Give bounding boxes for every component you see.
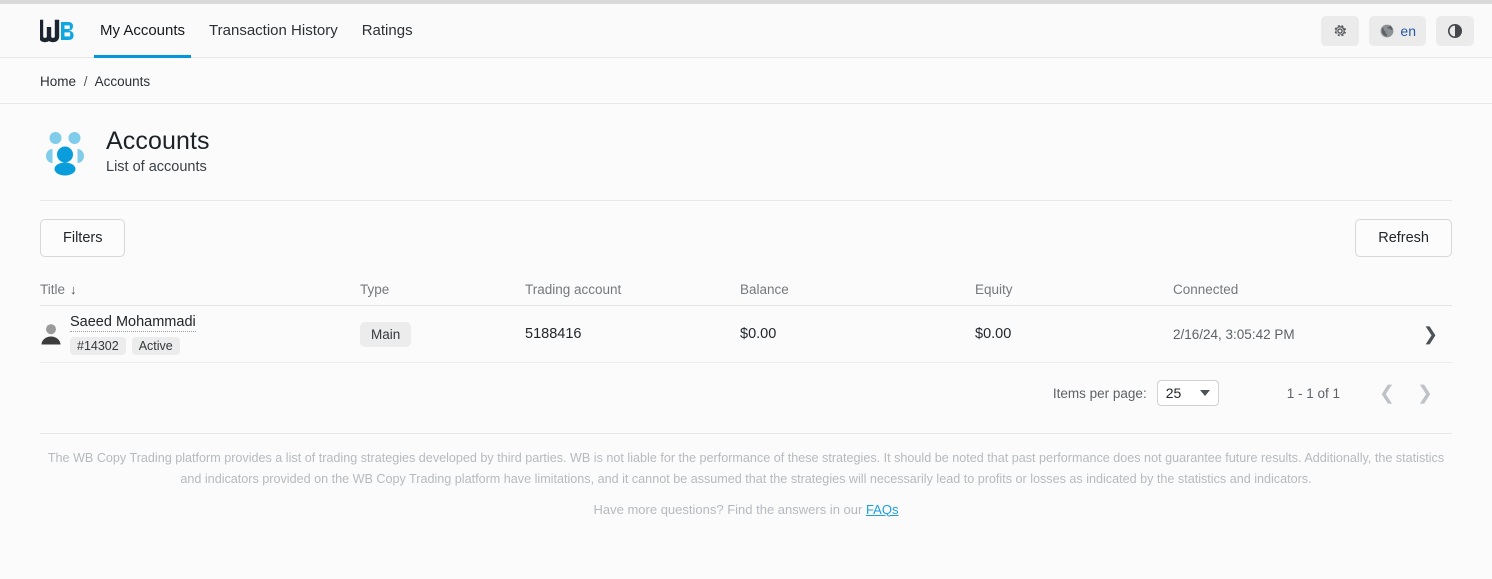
faq-question-text: Have more questions? Find the answers in… <box>593 501 863 517</box>
gear-icon <box>1335 24 1347 36</box>
faq-link[interactable]: FAQs <box>866 502 899 517</box>
nav-item-label: My Accounts <box>100 21 186 39</box>
account-name[interactable]: Saeed Mohammadi <box>70 313 196 333</box>
breadcrumb-home[interactable]: Home <box>40 74 76 89</box>
table-header-row: Title ↓ Type Trading account Balance Equi… <box>40 273 1452 306</box>
nav-item-label: Ratings <box>361 21 413 39</box>
column-header-balance[interactable]: Balance <box>740 282 975 297</box>
column-header-connected[interactable]: Connected <box>1173 282 1452 297</box>
breadcrumb-separator: / <box>83 74 88 89</box>
account-badges: #14302 Active <box>70 337 196 356</box>
paginator: Items per page: 25 1 - 1 of 1 ❮ ❯ <box>0 363 1492 423</box>
app-root: My Accounts Transaction History Ratings <box>0 0 1492 579</box>
cell-title: Saeed Mohammadi #14302 Active <box>40 313 360 356</box>
connected-timestamp: 2/16/24, 3:05:42 PM <box>1173 326 1295 342</box>
nav-item-my-accounts[interactable]: My Accounts <box>94 4 192 58</box>
column-header-title[interactable]: Title ↓ <box>40 282 360 297</box>
column-label: Connected <box>1173 281 1239 297</box>
faq-line: Have more questions? Find the answers in… <box>40 502 1452 517</box>
nav-item-transaction-history[interactable]: Transaction History <box>203 4 344 58</box>
breadcrumb: Home / Accounts <box>0 58 1492 104</box>
table-toolbar: Filters Refresh <box>0 201 1492 273</box>
cell-equity: $0.00 <box>975 326 1012 342</box>
globe-icon <box>1381 24 1394 37</box>
chevron-down-icon <box>1199 390 1210 396</box>
language-label: en <box>1400 22 1416 39</box>
account-name-cell: Saeed Mohammadi #14302 Active <box>40 313 360 356</box>
arrow-down-icon: ↓ <box>70 281 77 297</box>
cell-type: Main <box>360 321 525 347</box>
header-actions: en <box>1321 15 1474 46</box>
contrast-icon <box>1448 23 1462 38</box>
nav-item-label: Transaction History <box>209 21 338 39</box>
cell-balance: $0.00 <box>740 326 777 342</box>
cell-connected: 2/16/24, 3:05:42 PM ❯ <box>1173 325 1452 343</box>
page-title: Accounts <box>106 127 210 155</box>
items-per-page-value: 25 <box>1165 385 1182 401</box>
items-per-page-select[interactable]: 25 <box>1156 380 1219 406</box>
nav-item-ratings[interactable]: Ratings <box>356 4 419 58</box>
cell-trading-account: 5188416 <box>525 326 582 342</box>
wb-logo[interactable] <box>40 18 76 44</box>
page-footer: The WB Copy Trading platform provides a … <box>40 433 1452 517</box>
page-subtitle: List of accounts <box>106 159 207 175</box>
account-status-badge: Active <box>131 337 180 356</box>
items-per-page-label: Items per page: <box>1052 385 1147 401</box>
settings-button[interactable] <box>1321 15 1360 46</box>
previous-page-button[interactable]: ❮ <box>1368 377 1406 409</box>
page-title-group: Accounts List of accounts <box>106 127 210 175</box>
table-row[interactable]: Saeed Mohammadi #14302 Active Main 51884… <box>40 306 1452 363</box>
column-label: Title <box>40 281 66 297</box>
breadcrumb-current[interactable]: Accounts <box>95 74 151 89</box>
language-button[interactable]: en <box>1369 15 1426 46</box>
main-nav: My Accounts Transaction History Ratings <box>94 4 431 58</box>
accounts-table: Title ↓ Type Trading account Balance Equi… <box>40 273 1452 363</box>
account-name-block: Saeed Mohammadi #14302 Active <box>70 313 196 356</box>
filters-button[interactable]: Filters <box>40 219 126 257</box>
column-header-type[interactable]: Type <box>360 282 525 297</box>
accounts-group-icon <box>46 132 84 176</box>
wb-logo-icon <box>40 19 74 42</box>
disclaimer-text: The WB Copy Trading platform provides a … <box>47 451 1445 486</box>
theme-toggle-button[interactable] <box>1436 15 1474 46</box>
refresh-button[interactable]: Refresh <box>1355 219 1452 257</box>
chevron-right-icon[interactable]: ❯ <box>1423 325 1452 343</box>
person-icon <box>41 324 61 345</box>
column-header-equity[interactable]: Equity <box>975 282 1173 297</box>
account-type-badge: Main <box>360 321 412 347</box>
next-page-button[interactable]: ❯ <box>1406 377 1444 409</box>
app-header: My Accounts Transaction History Ratings <box>0 4 1492 58</box>
column-header-trading-account[interactable]: Trading account <box>525 282 740 297</box>
page-header: Accounts List of accounts <box>40 104 1452 201</box>
pagination-range: 1 - 1 of 1 <box>1286 385 1340 401</box>
account-id-badge: #14302 <box>70 337 126 356</box>
